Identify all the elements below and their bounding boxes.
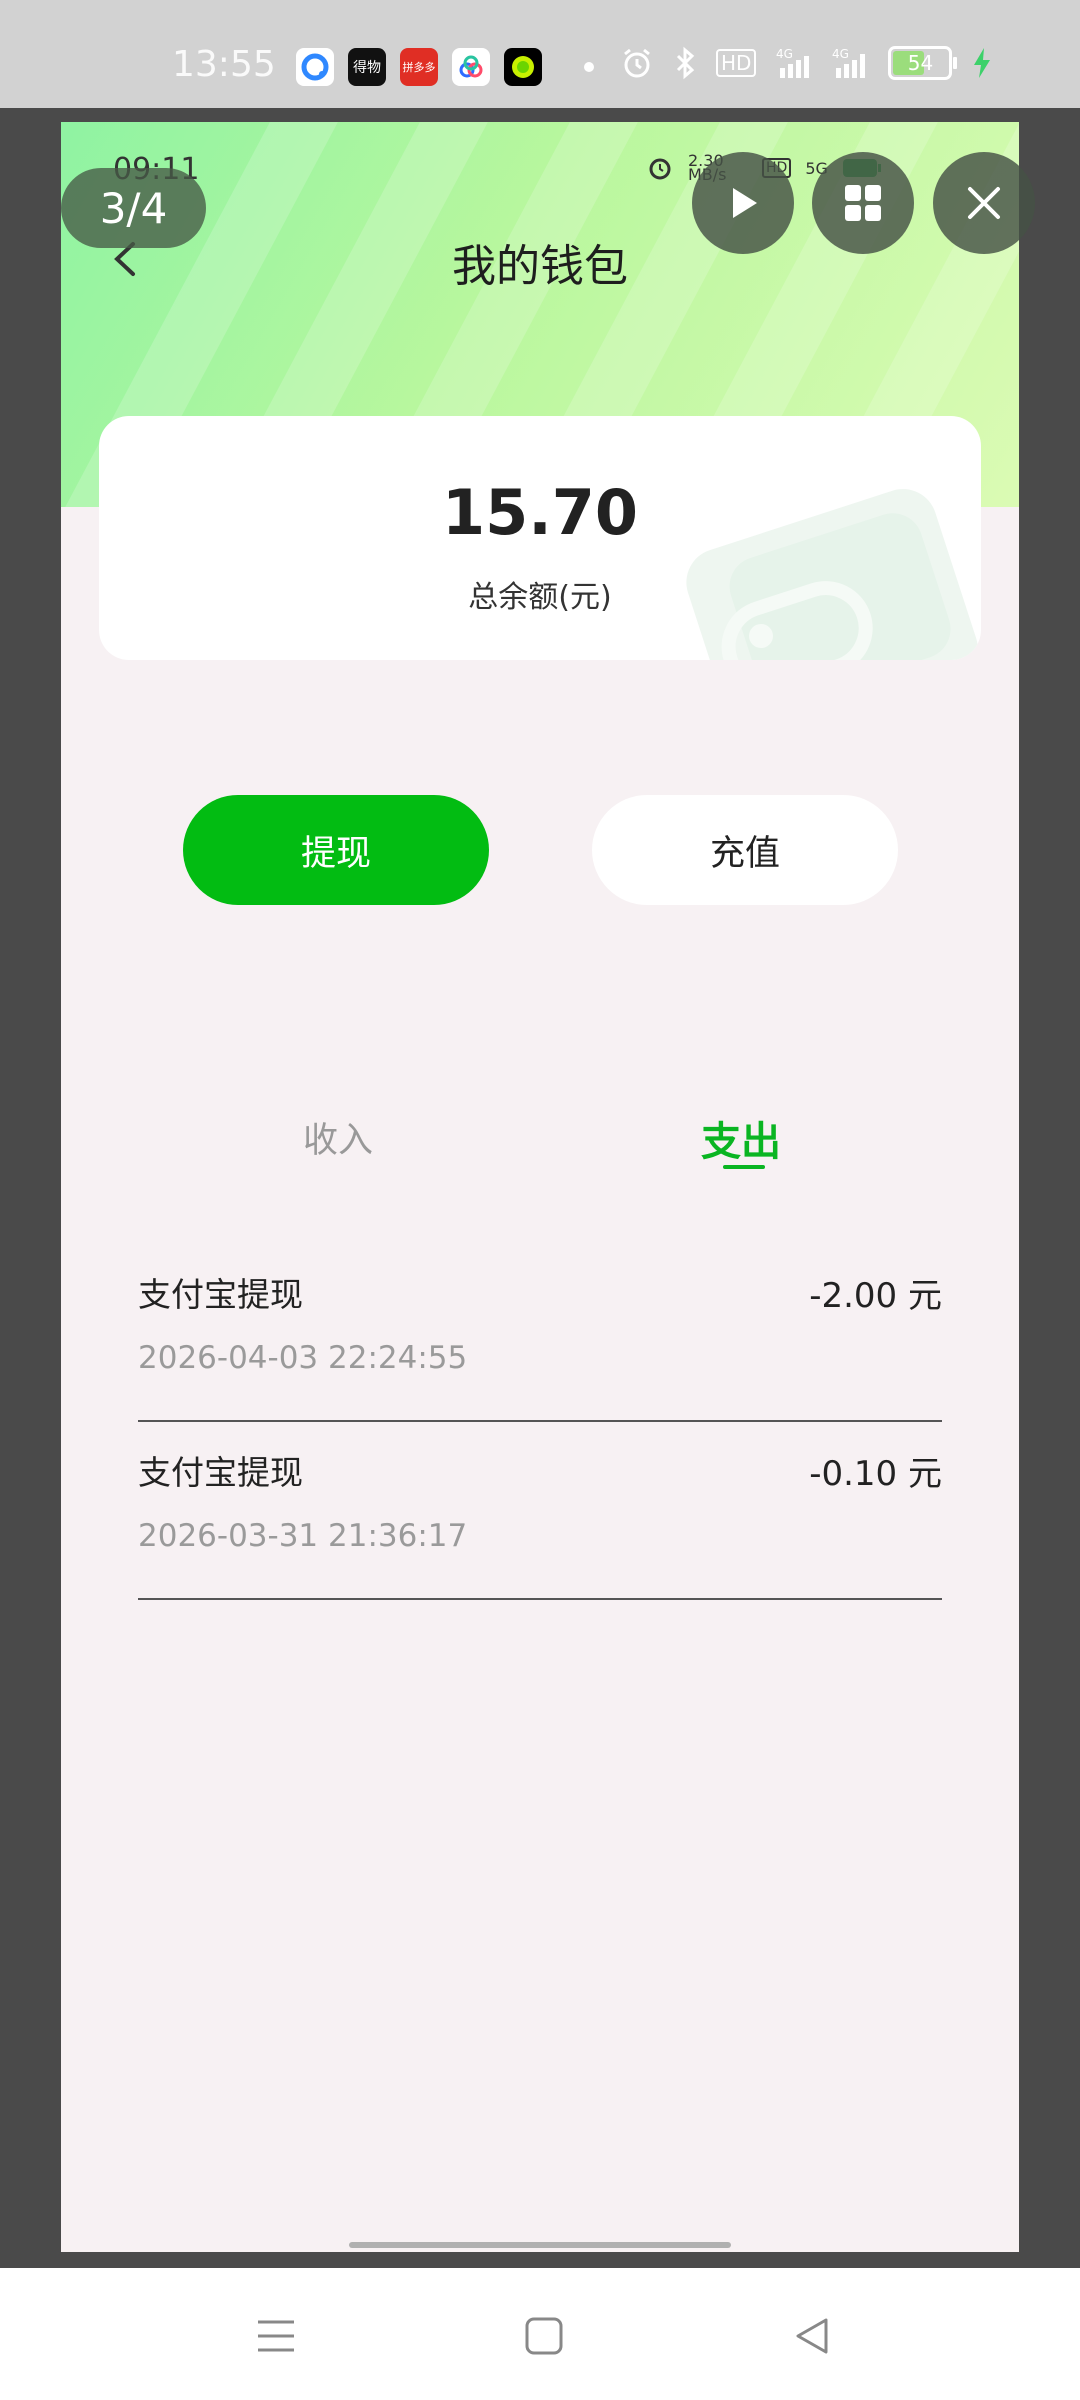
- charging-icon: [972, 46, 992, 80]
- bluetooth-icon: [674, 46, 696, 80]
- recent-apps-button[interactable]: [252, 2312, 300, 2360]
- transaction-time: 2026-03-31 21:36:17: [138, 1518, 468, 1554]
- transaction-amount: -0.10 元: [809, 1454, 942, 1494]
- more-notifications-dot: [584, 62, 594, 72]
- svg-text:4G: 4G: [832, 47, 849, 61]
- signal-4g-icon-1: 4G: [776, 46, 812, 80]
- pinduoduo-app-icon: 拼多多: [400, 48, 438, 86]
- balance-label: 总余额(元): [468, 580, 612, 615]
- home-button[interactable]: [520, 2312, 568, 2360]
- active-tab-indicator: [723, 1165, 765, 1169]
- close-icon: [968, 187, 1000, 219]
- image-counter: 3/4: [61, 168, 206, 248]
- signal-4g-icon-2: 4G: [832, 46, 868, 80]
- alarm-icon: [620, 46, 654, 80]
- tab-income[interactable]: 收入: [303, 1112, 373, 1163]
- battery-level: 54: [907, 51, 934, 75]
- grid-icon: [845, 185, 881, 221]
- withdraw-button[interactable]: 提现: [183, 795, 489, 905]
- green-ball-app-icon: [504, 48, 542, 86]
- play-icon: [733, 188, 757, 218]
- grid-view-button[interactable]: [812, 152, 914, 254]
- transaction-title: 支付宝提现: [138, 1453, 303, 1492]
- baidu-netdisk-app-icon: [452, 48, 490, 86]
- system-status-bar: 13:55 得物 拼多多 HD 4G 4G 54: [0, 0, 1080, 108]
- play-button[interactable]: [692, 152, 794, 254]
- transaction-row[interactable]: 支付宝提现 -0.10 元 2026-03-31 21:36:17: [138, 1420, 942, 1600]
- dewu-app-icon: 得物: [348, 48, 386, 86]
- balance-amount: 15.70: [441, 476, 639, 549]
- recharge-button[interactable]: 充值: [592, 795, 898, 905]
- menu-icon: [258, 2320, 294, 2352]
- tab-expense[interactable]: 支出: [701, 1109, 781, 1167]
- balance-card: 15.70 总余额(元): [99, 416, 981, 660]
- transaction-time: 2026-04-03 22:24:55: [138, 1340, 468, 1376]
- pinduoduo-app-label: 拼多多: [402, 61, 436, 74]
- system-status-icons: HD 4G 4G 54: [620, 46, 992, 80]
- transaction-row[interactable]: 支付宝提现 -2.00 元 2026-04-03 22:24:55: [138, 1242, 942, 1422]
- system-time: 13:55: [172, 44, 276, 85]
- inner-alarm-icon: [646, 154, 674, 182]
- browser-app-icon: [296, 48, 334, 86]
- back-triangle-icon: [796, 2318, 828, 2354]
- notification-app-icons: 得物 拼多多: [296, 48, 594, 86]
- navigation-bar: [0, 2268, 1080, 2400]
- close-button[interactable]: [933, 152, 1035, 254]
- dewu-app-label: 得物: [353, 60, 381, 76]
- hd-icon: HD: [716, 49, 757, 77]
- battery-indicator: 54: [888, 46, 958, 80]
- home-indicator: [349, 2242, 731, 2248]
- home-square-icon: [525, 2317, 563, 2355]
- transaction-title: 支付宝提现: [138, 1275, 303, 1314]
- wallet-screenshot: 09:11 2.30 MB/s HD 5G 我的钱包 15.70 总余额(元) …: [61, 122, 1019, 2252]
- svg-text:4G: 4G: [776, 47, 793, 61]
- back-nav-button[interactable]: [788, 2312, 836, 2360]
- transaction-amount: -2.00 元: [809, 1276, 942, 1316]
